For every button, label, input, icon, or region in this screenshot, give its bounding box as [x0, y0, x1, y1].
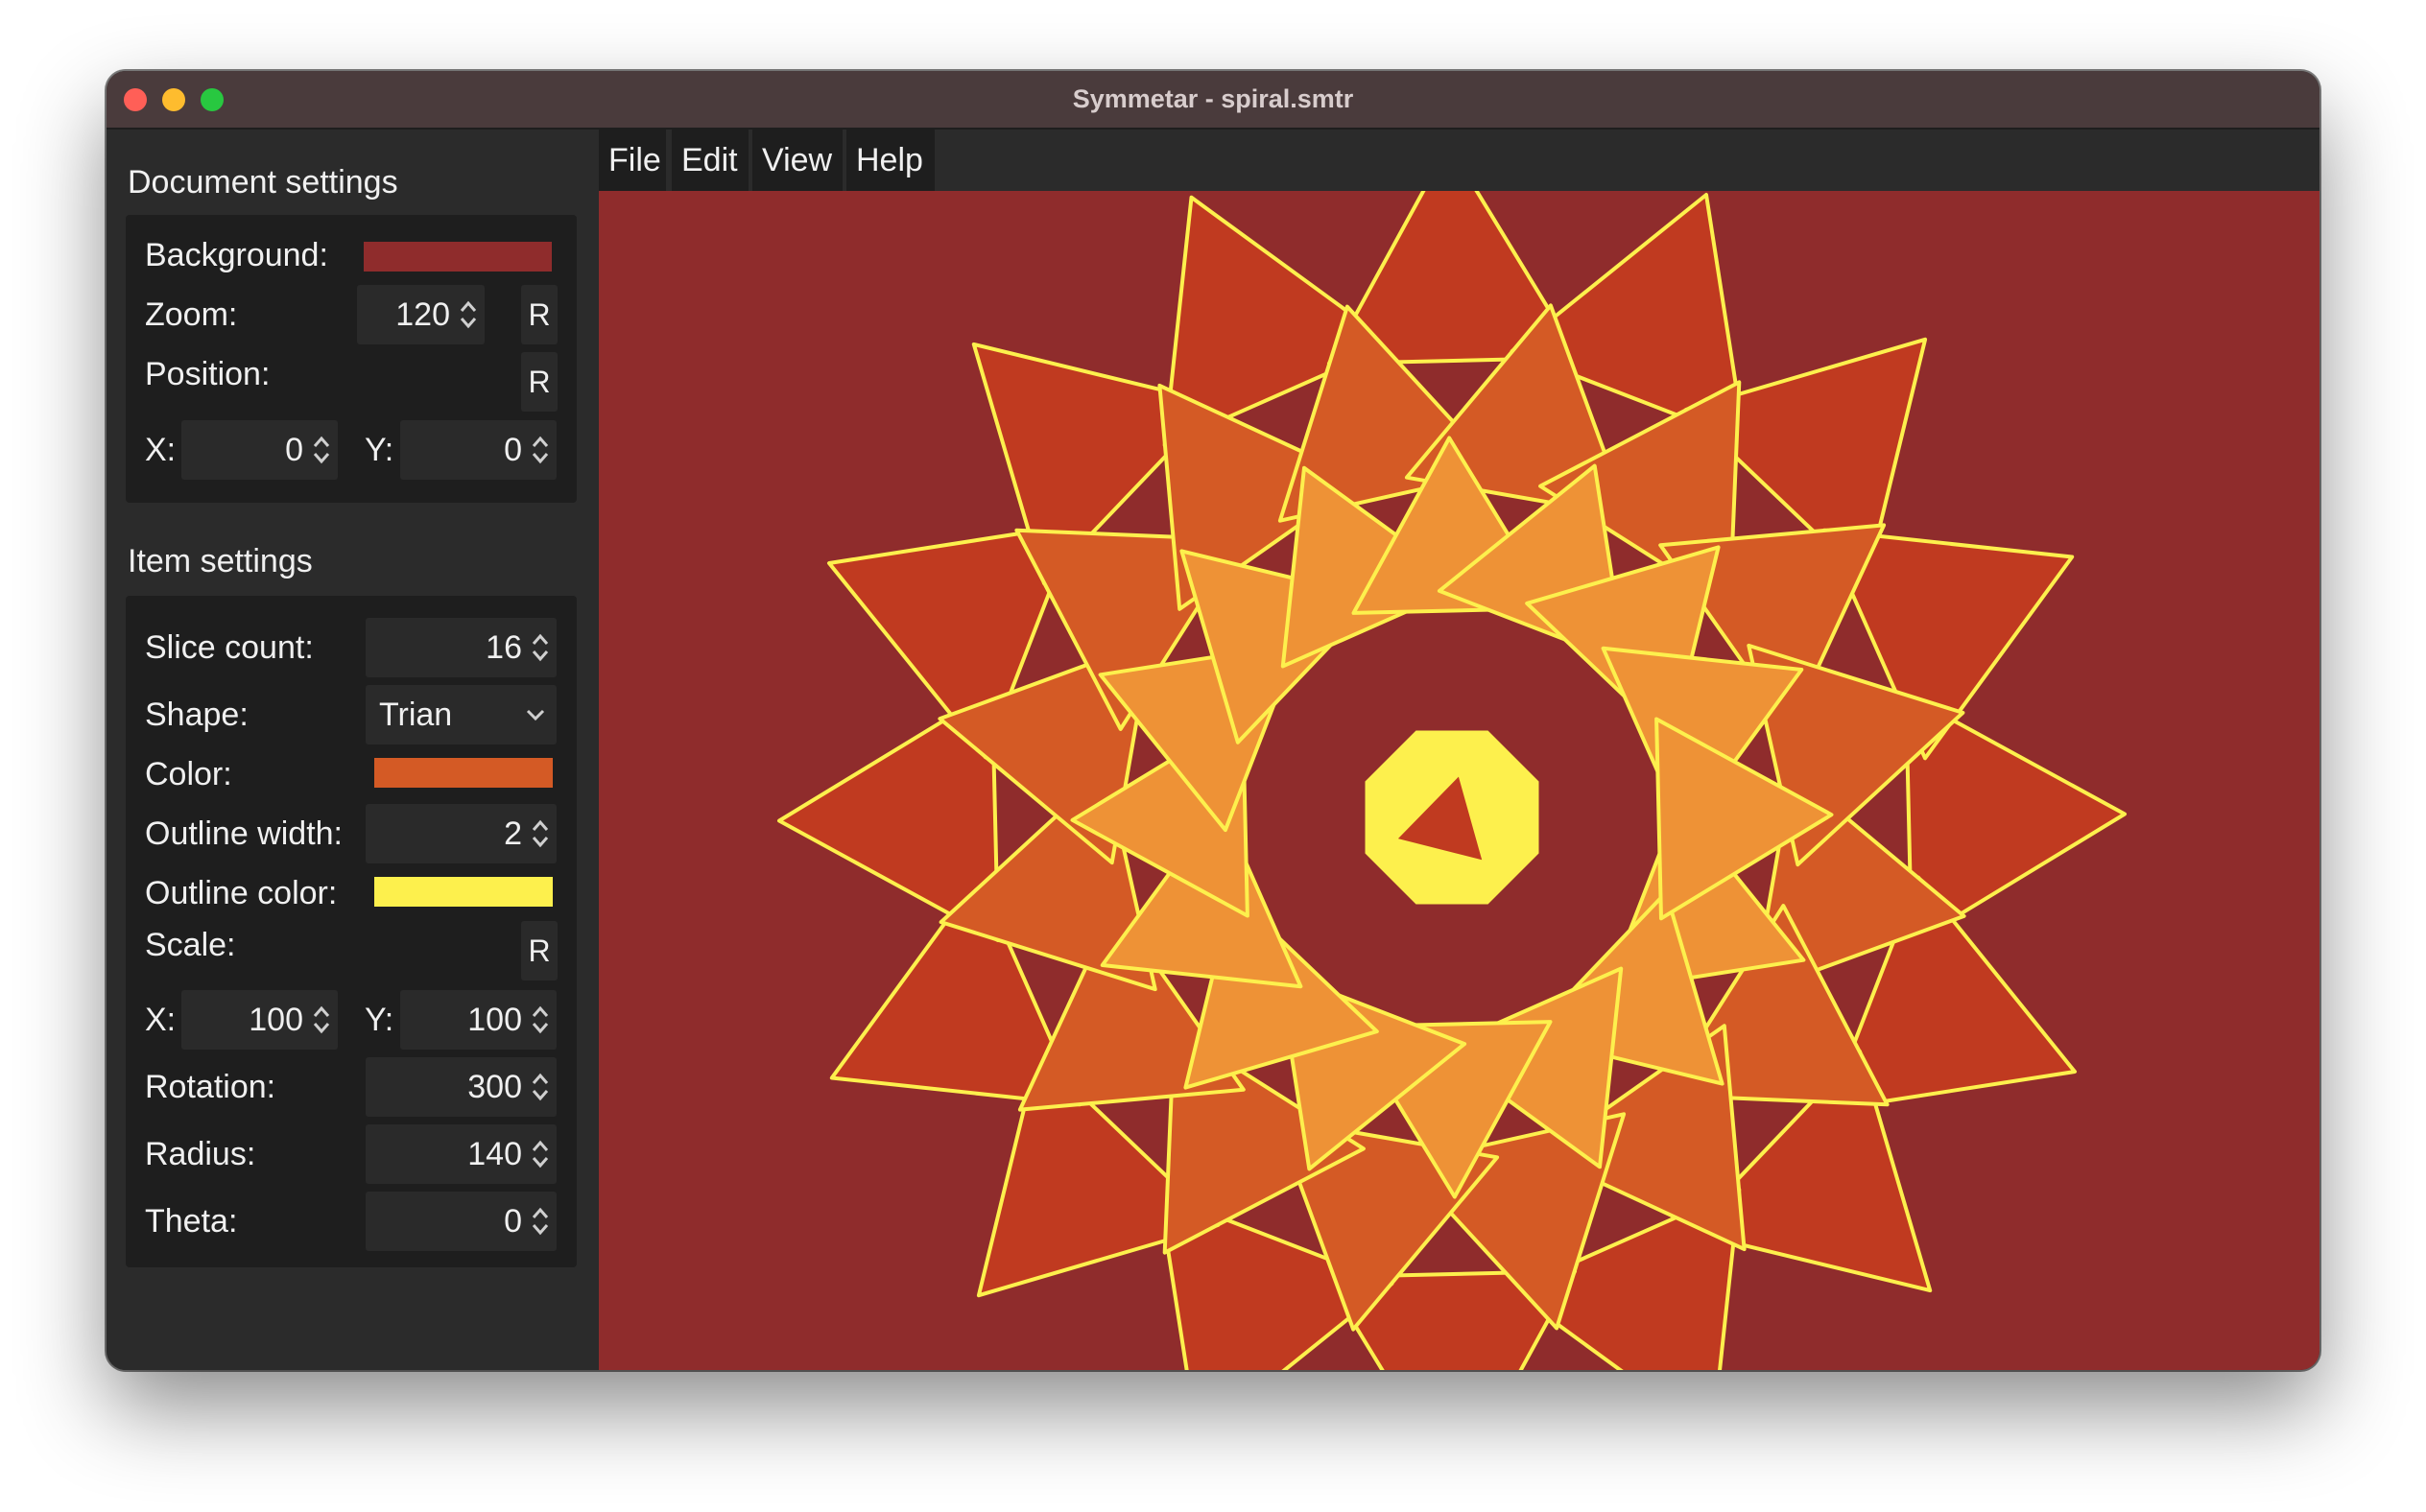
theta-value: 0: [504, 1203, 522, 1240]
menu-edit[interactable]: Edit: [672, 130, 749, 191]
spin-arrows-icon[interactable]: [530, 1003, 551, 1037]
radius-label: Radius:: [145, 1136, 256, 1172]
radius-value: 140: [467, 1136, 522, 1172]
outline-color-swatch[interactable]: [374, 877, 553, 907]
outline-color-label: Outline color:: [145, 875, 338, 911]
zoom-reset-button[interactable]: R: [521, 285, 558, 344]
shape-dropdown[interactable]: Trian: [366, 685, 557, 744]
document-settings-title: Document settings: [128, 164, 398, 201]
scale-y-value: 100: [467, 1002, 522, 1038]
position-x-spinbox[interactable]: 0: [181, 420, 338, 480]
scale-x-label: X:: [145, 1002, 177, 1038]
outline-width-value: 2: [504, 815, 522, 852]
scale-label: Scale:: [145, 927, 236, 963]
shape-label: Shape:: [145, 697, 249, 733]
slice-count-label: Slice count:: [145, 629, 314, 666]
zoom-label: Zoom:: [145, 296, 238, 333]
spin-arrows-icon[interactable]: [311, 433, 332, 467]
title-bar: Symmetar - spiral.smtr: [107, 71, 2319, 130]
zoom-value: 120: [395, 296, 450, 333]
app-window: Symmetar - spiral.smtr Document settings…: [107, 71, 2319, 1370]
scale-x-value: 100: [249, 1002, 303, 1038]
spin-arrows-icon[interactable]: [530, 816, 551, 851]
spin-arrows-icon[interactable]: [530, 630, 551, 665]
position-y-label: Y:: [365, 432, 394, 468]
slice-count-spinbox[interactable]: 16: [366, 618, 557, 677]
scale-reset-button[interactable]: R: [521, 921, 558, 980]
spin-arrows-icon[interactable]: [530, 1204, 551, 1239]
slice-count-value: 16: [486, 629, 522, 666]
menu-help[interactable]: Help: [846, 130, 935, 191]
color-label: Color:: [145, 756, 232, 792]
position-reset-button[interactable]: R: [521, 352, 558, 412]
outline-width-spinbox[interactable]: 2: [366, 804, 557, 863]
fill-color-swatch[interactable]: [374, 758, 553, 788]
menu-view[interactable]: View: [752, 130, 843, 191]
chevron-down-icon: [526, 709, 545, 721]
scale-x-spinbox[interactable]: 100: [181, 990, 338, 1050]
item-settings-panel: Slice count: 16 Shape: Trian Color: Outl…: [126, 596, 577, 1267]
menu-file[interactable]: File: [599, 130, 666, 191]
window-title: Symmetar - spiral.smtr: [1072, 84, 1354, 113]
spiral-artwork[interactable]: [599, 191, 2319, 1370]
document-settings-panel: Background: Zoom: 120 R Position: R X: 0…: [126, 215, 577, 503]
position-y-value: 0: [504, 432, 522, 468]
theta-label: Theta:: [145, 1203, 238, 1240]
sidebar: Document settings Background: Zoom: 120 …: [107, 130, 599, 1370]
rotation-label: Rotation:: [145, 1069, 276, 1105]
radius-spinbox[interactable]: 140: [366, 1124, 557, 1184]
spin-arrows-icon[interactable]: [530, 1137, 551, 1171]
rotation-value: 300: [467, 1069, 522, 1105]
position-x-label: X:: [145, 432, 177, 468]
background-color-swatch[interactable]: [364, 242, 552, 272]
spin-arrows-icon[interactable]: [530, 1070, 551, 1104]
theta-spinbox[interactable]: 0: [366, 1192, 557, 1251]
position-y-spinbox[interactable]: 0: [400, 420, 557, 480]
drawing-canvas[interactable]: [599, 191, 2319, 1370]
spin-arrows-icon[interactable]: [311, 1003, 332, 1037]
background-label: Background:: [145, 237, 328, 273]
position-label: Position:: [145, 356, 271, 392]
zoom-spinbox[interactable]: 120: [357, 285, 485, 344]
spin-arrows-icon[interactable]: [458, 297, 479, 332]
position-x-value: 0: [285, 432, 303, 468]
scale-y-spinbox[interactable]: 100: [400, 990, 557, 1050]
outline-width-label: Outline width:: [145, 815, 343, 852]
scale-y-label: Y:: [365, 1002, 394, 1038]
rotation-spinbox[interactable]: 300: [366, 1057, 557, 1117]
item-settings-title: Item settings: [128, 543, 313, 579]
shape-value: Trian: [379, 697, 453, 733]
menu-bar: File Edit View Help: [599, 130, 2319, 191]
spin-arrows-icon[interactable]: [530, 433, 551, 467]
